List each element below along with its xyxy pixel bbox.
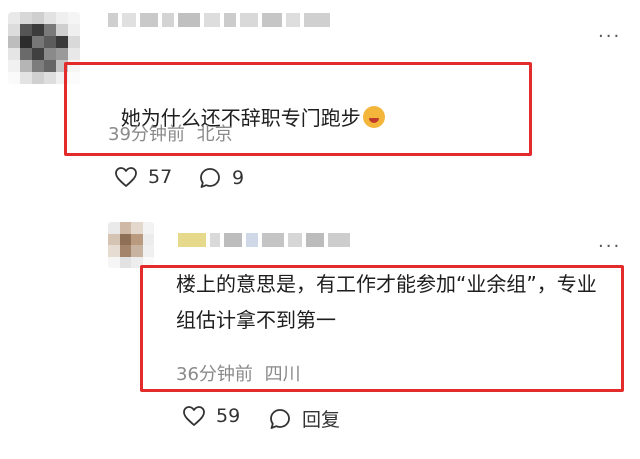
timestamp: 36分钟前 bbox=[176, 364, 253, 385]
comment-bubble-icon bbox=[200, 168, 220, 188]
location: 北京 bbox=[196, 124, 233, 145]
more-options-icon[interactable]: ··· bbox=[598, 238, 621, 256]
like-button[interactable]: 57 bbox=[114, 166, 172, 188]
username-redacted bbox=[108, 8, 330, 32]
reply-count: 9 bbox=[232, 167, 245, 189]
like-button[interactable]: 59 bbox=[182, 405, 240, 427]
reply-button[interactable]: 9 bbox=[198, 166, 244, 190]
heart-icon bbox=[115, 167, 137, 187]
comment-meta: 39分钟前 北京 bbox=[108, 120, 233, 146]
avatar[interactable] bbox=[108, 222, 154, 268]
like-count: 57 bbox=[148, 166, 173, 188]
comment-text: 楼上的意思是，有工作才能参加“业余组”，专业组估计拿不到第一 bbox=[176, 272, 597, 332]
username-redacted bbox=[178, 228, 350, 252]
location: 四川 bbox=[264, 364, 301, 385]
comment-bubble-icon bbox=[270, 408, 290, 429]
reply-button[interactable]: 回复 bbox=[268, 405, 340, 432]
timestamp: 39分钟前 bbox=[108, 124, 185, 145]
like-count: 59 bbox=[216, 405, 241, 427]
more-options-icon[interactable]: ··· bbox=[598, 28, 621, 46]
heart-icon bbox=[183, 406, 205, 426]
comment-meta: 36分钟前 四川 bbox=[176, 360, 301, 386]
reply-label: 回复 bbox=[302, 409, 341, 431]
laughing-face-emoji bbox=[362, 106, 385, 128]
